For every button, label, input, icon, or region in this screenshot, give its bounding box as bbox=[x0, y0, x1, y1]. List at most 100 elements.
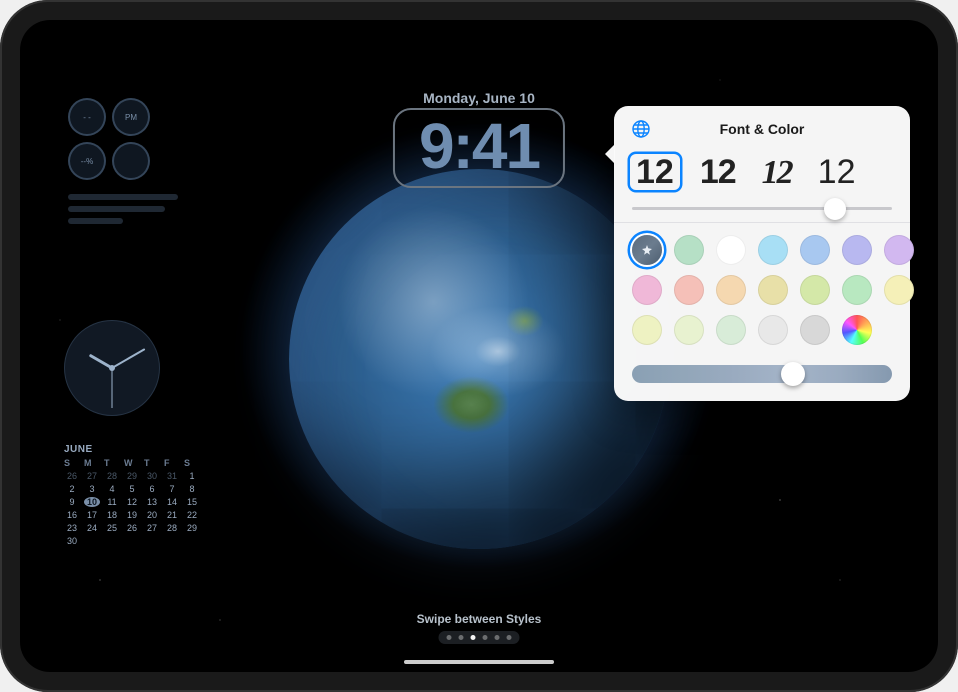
font-style-row: 12 12 12 12 bbox=[614, 150, 910, 201]
clock-minute-hand bbox=[112, 348, 146, 369]
calendar-day[interactable]: 16 bbox=[64, 510, 80, 520]
page-dot[interactable] bbox=[459, 635, 464, 640]
color-swatch-grid bbox=[614, 235, 910, 351]
page-dot[interactable] bbox=[447, 635, 452, 640]
calendar-day-header: T bbox=[104, 458, 120, 468]
calendar-widget[interactable]: JUNE SMTWTFS2627282930311234567891011121… bbox=[64, 444, 200, 546]
color-swatch[interactable] bbox=[800, 235, 830, 265]
color-swatch[interactable] bbox=[632, 315, 662, 345]
calendar-day[interactable]: 20 bbox=[144, 510, 160, 520]
calendar-day[interactable]: 28 bbox=[164, 523, 180, 533]
calendar-day[interactable]: 19 bbox=[124, 510, 140, 520]
color-swatch[interactable] bbox=[842, 235, 872, 265]
page-dot[interactable] bbox=[483, 635, 488, 640]
clock-second-hand bbox=[112, 368, 113, 408]
calendar-day[interactable]: 30 bbox=[64, 536, 80, 546]
calendar-day[interactable]: 29 bbox=[184, 523, 200, 533]
calendar-day[interactable]: 23 bbox=[64, 523, 80, 533]
color-swatch[interactable] bbox=[800, 275, 830, 305]
calendar-day[interactable]: 25 bbox=[104, 523, 120, 533]
complication-ampm[interactable]: PM bbox=[112, 98, 150, 136]
calendar-day[interactable]: 10 bbox=[84, 497, 100, 507]
color-swatch[interactable] bbox=[674, 275, 704, 305]
calendar-day[interactable]: 14 bbox=[164, 497, 180, 507]
color-swatch[interactable] bbox=[632, 275, 662, 305]
calendar-day-header: T bbox=[144, 458, 160, 468]
calendar-day[interactable]: 8 bbox=[184, 484, 200, 494]
calendar-day[interactable]: 13 bbox=[144, 497, 160, 507]
calendar-day-header: M bbox=[84, 458, 100, 468]
complication-empty[interactable] bbox=[112, 142, 150, 180]
font-weight-slider[interactable] bbox=[632, 207, 892, 210]
calendar-day-header: F bbox=[164, 458, 180, 468]
calendar-day[interactable]: 24 bbox=[84, 523, 100, 533]
calendar-day-header: S bbox=[184, 458, 200, 468]
calendar-day[interactable]: 22 bbox=[184, 510, 200, 520]
page-dot[interactable] bbox=[471, 635, 476, 640]
page-dot[interactable] bbox=[507, 635, 512, 640]
hue-slider[interactable] bbox=[632, 365, 892, 383]
color-swatch[interactable] bbox=[800, 315, 830, 345]
calendar-day[interactable]: 15 bbox=[184, 497, 200, 507]
calendar-day[interactable]: 12 bbox=[124, 497, 140, 507]
calendar-day-prev: 31 bbox=[164, 471, 180, 481]
font-style-option[interactable]: 12 bbox=[630, 154, 680, 190]
widget-placeholder-lines bbox=[68, 194, 178, 230]
slider-thumb[interactable] bbox=[824, 198, 846, 220]
calendar-day[interactable]: 17 bbox=[84, 510, 100, 520]
calendar-day-prev: 28 bbox=[104, 471, 120, 481]
color-swatch[interactable] bbox=[716, 275, 746, 305]
color-swatch[interactable] bbox=[758, 235, 788, 265]
color-swatch[interactable] bbox=[674, 315, 704, 345]
color-swatch[interactable] bbox=[758, 315, 788, 345]
color-swatch-auto[interactable] bbox=[632, 235, 662, 265]
calendar-day[interactable]: 5 bbox=[124, 484, 140, 494]
lockscreen-time[interactable]: 9:41 bbox=[393, 108, 565, 188]
analog-clock-widget[interactable] bbox=[64, 320, 160, 416]
globe-icon[interactable] bbox=[628, 116, 654, 142]
calendar-day[interactable]: 6 bbox=[144, 484, 160, 494]
home-indicator[interactable] bbox=[404, 660, 554, 664]
swipe-hint-label: Swipe between Styles bbox=[20, 612, 938, 626]
font-style-option[interactable]: 12 bbox=[756, 155, 798, 191]
font-style-option[interactable]: 12 bbox=[694, 154, 742, 190]
calendar-day[interactable]: 26 bbox=[124, 523, 140, 533]
calendar-day[interactable]: 3 bbox=[84, 484, 100, 494]
font-style-option[interactable]: 12 bbox=[812, 154, 862, 190]
calendar-day-prev: 29 bbox=[124, 471, 140, 481]
font-color-popover: Font & Color 12 12 12 12 bbox=[614, 106, 910, 401]
lock-screen: Monday, June 10 9:41 - - PM --% JUNE SMT… bbox=[20, 20, 938, 672]
color-swatch[interactable] bbox=[758, 275, 788, 305]
clock-hour-hand bbox=[89, 354, 113, 370]
color-swatch[interactable] bbox=[842, 275, 872, 305]
calendar-day[interactable]: 9 bbox=[64, 497, 80, 507]
calendar-day-prev: 26 bbox=[64, 471, 80, 481]
color-swatch[interactable] bbox=[884, 275, 914, 305]
wallpaper-earth bbox=[289, 169, 669, 549]
calendar-day[interactable]: 2 bbox=[64, 484, 80, 494]
popover-title: Font & Color bbox=[654, 121, 870, 137]
calendar-day[interactable]: 18 bbox=[104, 510, 120, 520]
calendar-day[interactable]: 1 bbox=[184, 471, 200, 481]
color-swatch[interactable] bbox=[716, 235, 746, 265]
color-swatch[interactable] bbox=[674, 235, 704, 265]
lockscreen-date[interactable]: Monday, June 10 bbox=[20, 90, 938, 106]
color-swatch[interactable] bbox=[884, 235, 914, 265]
calendar-day[interactable]: 7 bbox=[164, 484, 180, 494]
calendar-day-header: W bbox=[124, 458, 140, 468]
calendar-day-prev: 30 bbox=[144, 471, 160, 481]
color-picker-button[interactable] bbox=[842, 315, 872, 345]
calendar-day[interactable]: 21 bbox=[164, 510, 180, 520]
complication-precip[interactable]: --% bbox=[68, 142, 106, 180]
complications-grid[interactable]: - - PM --% bbox=[68, 98, 150, 180]
calendar-day[interactable]: 27 bbox=[144, 523, 160, 533]
page-indicator[interactable] bbox=[439, 631, 520, 644]
page-dot[interactable] bbox=[495, 635, 500, 640]
calendar-day[interactable]: 4 bbox=[104, 484, 120, 494]
calendar-day[interactable]: 11 bbox=[104, 497, 120, 507]
color-swatch[interactable] bbox=[716, 315, 746, 345]
complication-activity[interactable]: - - bbox=[68, 98, 106, 136]
device-frame: Monday, June 10 9:41 - - PM --% JUNE SMT… bbox=[0, 0, 958, 692]
slider-thumb[interactable] bbox=[781, 362, 805, 386]
divider bbox=[614, 222, 910, 223]
